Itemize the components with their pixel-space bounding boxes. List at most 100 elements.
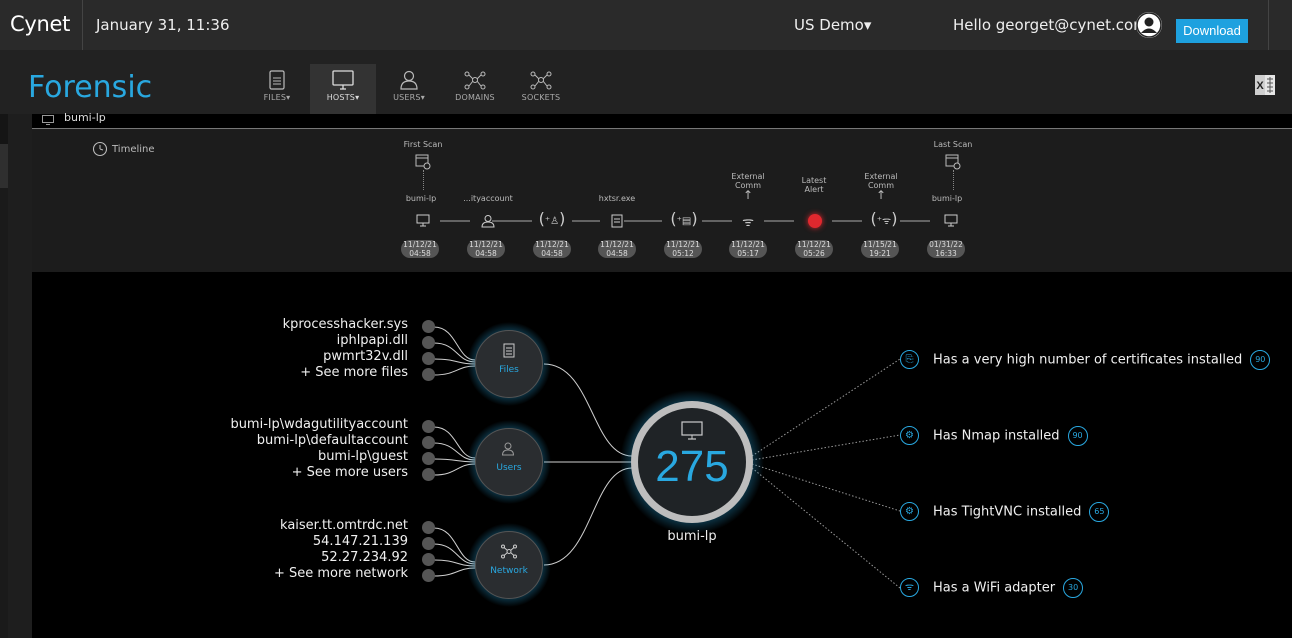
host-graph: kprocesshacker.sys iphlpapi.dll pwmrt32v… (32, 272, 1292, 638)
monitor-icon[interactable] (944, 214, 958, 228)
file-item[interactable]: iphlpapi.dll (337, 333, 408, 348)
see-more-network-link[interactable]: + See more network (274, 566, 408, 581)
files-group-label: Files (499, 365, 519, 375)
finding-score-badge: 90 (1250, 350, 1271, 370)
first-scan-label: First Scan (403, 140, 443, 149)
timeline-title: Timeline (112, 144, 155, 155)
users-group-node[interactable]: Users (475, 428, 543, 496)
wifi-add-icon[interactable]: (⁺ᯤ) (864, 209, 904, 228)
event-timestamp[interactable]: 11/12/21 05:12 (664, 240, 702, 258)
file-node[interactable] (422, 336, 435, 349)
user-node[interactable] (422, 468, 435, 481)
network-node[interactable] (422, 537, 435, 550)
tab-files[interactable]: FILES▾ (244, 64, 310, 114)
network-icon (464, 71, 486, 90)
finding-nmap[interactable]: Has Nmap installed 90 (933, 426, 1088, 446)
side-strip (0, 114, 8, 144)
certificate-icon[interactable]: ⎘ (900, 350, 919, 369)
event-date: 11/12/21 (535, 240, 569, 249)
user-node[interactable] (422, 420, 435, 433)
file-node[interactable] (422, 368, 435, 381)
user-item[interactable]: bumi-lp\wdagutilityaccount (230, 417, 408, 432)
network-node[interactable] (422, 553, 435, 566)
see-more-users-link[interactable]: + See more users (292, 465, 408, 480)
finding-score-badge: 90 (1067, 426, 1088, 446)
file-item[interactable]: kprocesshacker.sys (283, 317, 408, 332)
tab-sockets[interactable]: SOCKETS (508, 64, 574, 114)
tab-users[interactable]: USERS▾ (376, 64, 442, 114)
network-node[interactable] (422, 521, 435, 534)
file-icon[interactable] (611, 214, 623, 228)
finding-tightvnc[interactable]: Has TightVNC installed 65 (933, 502, 1110, 522)
finding-text: Has Nmap installed (933, 428, 1060, 444)
finding-wifi[interactable]: Has a WiFi adapter 30 (933, 578, 1084, 598)
see-more-files-link[interactable]: + See more files (300, 365, 408, 380)
risk-score: 275 (655, 442, 729, 491)
user-node[interactable] (422, 436, 435, 449)
host-name-label: bumi-lp (667, 529, 717, 544)
arrow-up-icon: ↑ (875, 188, 887, 202)
excel-export-icon[interactable]: X (1254, 74, 1276, 96)
alert-icon[interactable] (808, 214, 822, 228)
files-group-node[interactable]: Files (475, 330, 543, 398)
connector (953, 170, 954, 190)
network-item[interactable]: kaiser.tt.omtrdc.net (280, 518, 408, 533)
download-button[interactable]: Download (1176, 19, 1248, 43)
user-icon (400, 70, 418, 90)
user-node[interactable] (422, 452, 435, 465)
network-item[interactable]: 54.147.21.139 (313, 534, 408, 549)
side-strip (0, 144, 8, 188)
finding-text: Has a very high number of certificates i… (933, 352, 1243, 368)
network-node[interactable] (422, 569, 435, 582)
finding-certificates[interactable]: Has a very high number of certificates i… (933, 350, 1271, 370)
scan-calendar-icon (415, 154, 431, 170)
latest-alert-label: Latest Alert (801, 176, 827, 194)
tab-hosts[interactable]: HOSTS▾ (310, 64, 376, 114)
user-add-icon[interactable]: (⁺♙) (532, 209, 572, 228)
gear-icon[interactable]: ⚙ (900, 502, 919, 521)
tab-sockets-label: SOCKETS (521, 93, 561, 102)
event-date: 11/15/21 (863, 240, 897, 249)
event-date: 11/12/21 (797, 240, 831, 249)
event-date: 01/31/22 (929, 240, 963, 249)
user-greeting[interactable]: Hello georget@cynet.com (953, 16, 1148, 34)
wifi-icon[interactable]: ᯤ (900, 578, 919, 597)
file-add-icon[interactable]: (⁺▤) (664, 209, 704, 228)
file-item[interactable]: pwmrt32v.dll (323, 349, 408, 364)
event-timestamp[interactable]: 11/12/21 05:17 (729, 240, 767, 258)
event-label: ...ityaccount (463, 194, 513, 203)
gear-icon[interactable]: ⚙ (900, 426, 919, 445)
user-avatar-icon (1136, 12, 1162, 38)
user-item[interactable]: bumi-lp\guest (318, 449, 408, 464)
event-timestamp[interactable]: 11/15/21 19:21 (861, 240, 899, 258)
avatar[interactable] (1136, 12, 1162, 38)
caret-down-icon: ▾ (355, 93, 360, 102)
user-item[interactable]: bumi-lp\defaultaccount (257, 433, 408, 448)
event-timestamp[interactable]: 11/12/21 04:58 (533, 240, 571, 258)
network-group-node[interactable]: Network (475, 531, 543, 599)
environment-label: US Demo (794, 16, 864, 34)
host-score-node[interactable]: 275 (631, 401, 753, 523)
host-header: bumi-lp (32, 111, 1292, 129)
brand-logo[interactable]: Cynet (10, 12, 70, 36)
users-icon (501, 442, 515, 456)
finding-text: Has a WiFi adapter (933, 580, 1056, 596)
monitor-icon[interactable] (416, 214, 430, 228)
event-timestamp[interactable]: 11/12/21 04:58 (598, 240, 636, 258)
event-timestamp[interactable]: 11/12/21 04:58 (401, 240, 439, 258)
network-item[interactable]: 52.27.234.92 (321, 550, 408, 565)
event-time: 19:21 (869, 249, 891, 258)
file-node[interactable] (422, 320, 435, 333)
event-timestamp[interactable]: 11/12/21 04:58 (467, 240, 505, 258)
file-node[interactable] (422, 352, 435, 365)
finding-score-badge: 65 (1089, 502, 1110, 522)
divider (1268, 0, 1269, 50)
event-time: 04:58 (409, 249, 431, 258)
event-date: 11/12/21 (600, 240, 634, 249)
tab-domains[interactable]: DOMAINS (442, 64, 508, 114)
user-icon[interactable] (481, 214, 495, 228)
environment-selector[interactable]: US Demo▾ (794, 16, 871, 34)
event-timestamp[interactable]: 01/31/22 16:33 (927, 240, 965, 258)
event-timestamp[interactable]: 11/12/21 05:26 (795, 240, 833, 258)
wifi-icon[interactable]: ᯤ (738, 212, 758, 230)
